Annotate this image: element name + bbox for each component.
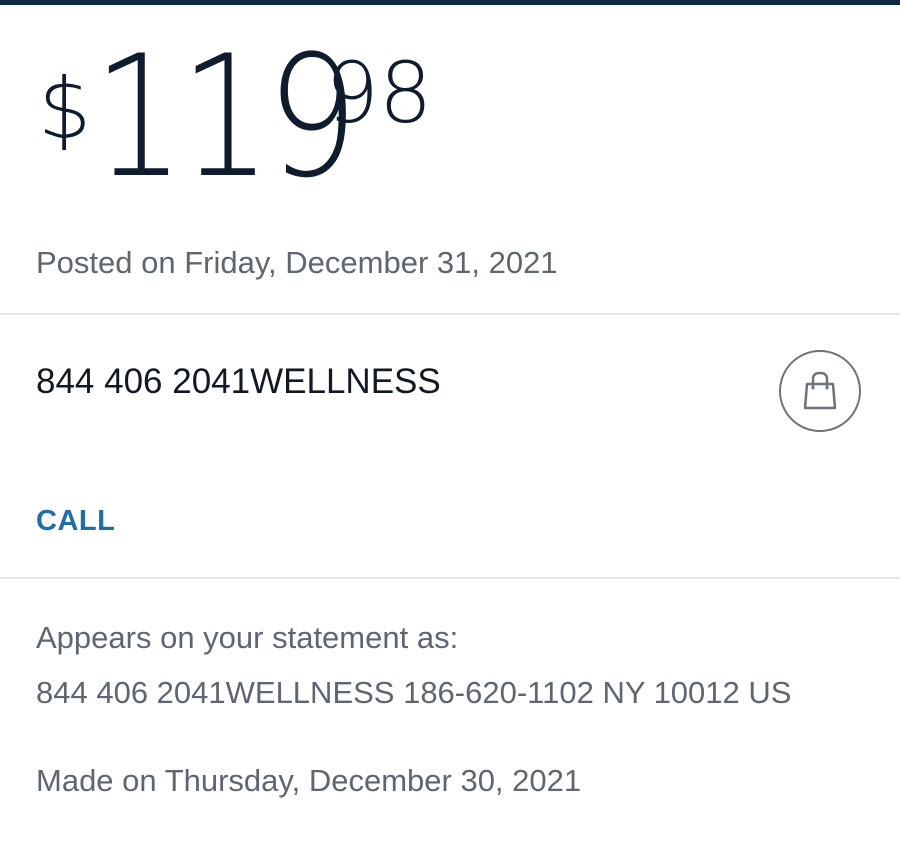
merchant-name: 844 406 2041WELLNESS xyxy=(36,362,441,401)
amount-currency-symbol: $ xyxy=(38,60,92,158)
shopping-bag-icon xyxy=(779,350,861,432)
made-date: Made on Thursday, December 30, 2021 xyxy=(36,763,582,798)
divider xyxy=(0,313,900,315)
amount-section: $ 119 98 Posted on Friday, December 31, … xyxy=(0,5,900,313)
divider xyxy=(0,577,900,579)
call-button[interactable]: CALL xyxy=(36,505,115,538)
posted-date: Posted on Friday, December 31, 2021 xyxy=(36,245,558,280)
shopping-bag-icon-glyph xyxy=(803,371,837,410)
amount-dollars: 119 xyxy=(93,19,358,215)
transaction-amount: $ 119 98 xyxy=(38,33,432,201)
statement-descriptor: 844 406 2041WELLNESS 186-620-1102 NY 100… xyxy=(36,675,792,710)
statement-label: Appears on your statement as: xyxy=(36,620,459,655)
